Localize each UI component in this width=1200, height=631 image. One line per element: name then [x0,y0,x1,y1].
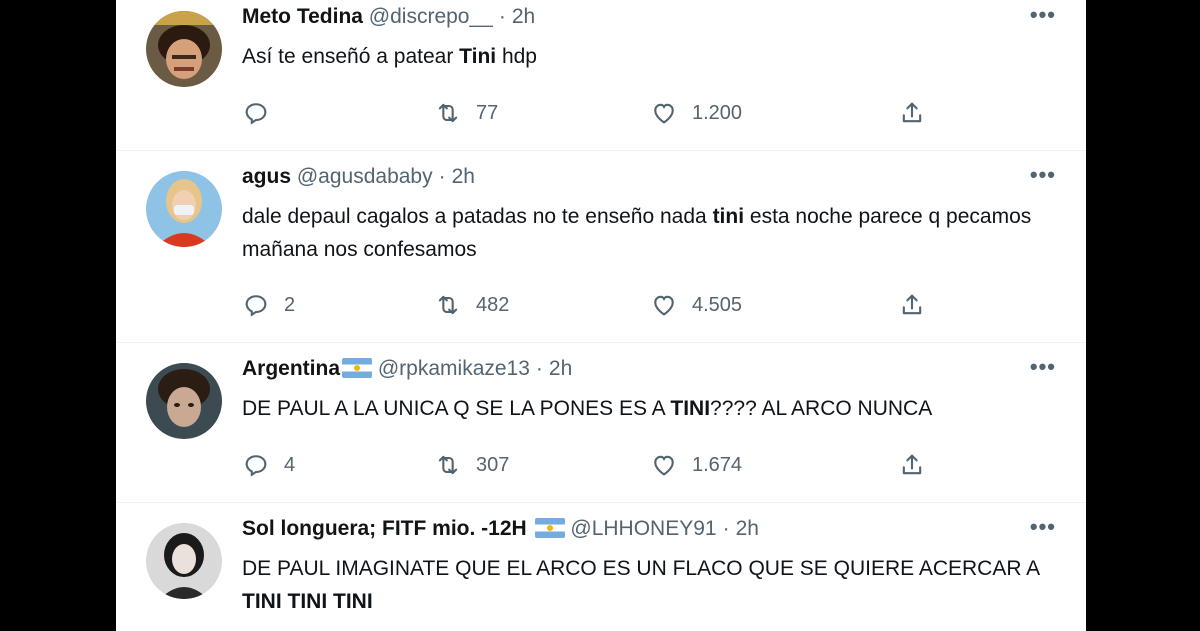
handle[interactable]: @agusdababy [297,165,433,188]
avatar[interactable] [146,171,222,247]
text-segment: hdp [496,45,537,68]
text-highlight: Tini [459,45,497,68]
tweet[interactable]: Argentina @rpkamikaze13 · 2h ••• DE PAUL A… [116,342,1086,503]
like-count: 4.505 [692,293,743,316]
text-highlight: TINI [670,397,711,420]
timeline-feed: Meto Tedina @discrepo__ · 2h ••• Así te en… [116,0,1086,631]
handle[interactable]: @discrepo__ [369,5,493,28]
tweet-header: Sol longuera; FITF mio. -12H @LHHONEY91 ·… [242,516,759,542]
reply-button[interactable]: 4 [242,450,295,480]
tweet-text: DE PAUL A LA UNICA Q SE LA PONES ES A TI… [242,392,1062,425]
text-highlight: tini [712,205,745,228]
tweet-header: Meto Tedina @discrepo__ · 2h [242,4,535,30]
share-icon [902,294,922,315]
reply-icon [245,295,267,317]
tweet[interactable]: Sol longuera; FITF mio. -12H @LHHONEY91 ·… [116,502,1086,631]
reply-icon [245,103,267,125]
display-name-text: Sol longuera; FITF mio. -12H [242,517,527,540]
avatar[interactable] [146,363,222,439]
retweet-button[interactable]: 77 [434,98,498,128]
reply-count: 2 [284,293,296,316]
like-button[interactable]: 4.505 [650,290,742,320]
text-highlight: TINI TINI TINI [242,590,373,613]
heart-icon [654,103,674,124]
reply-button[interactable] [242,98,284,128]
like-count: 1.674 [692,453,743,476]
retweet-icon [438,295,458,315]
tweet[interactable]: Meto Tedina @discrepo__ · 2h ••• Así te en… [116,0,1086,151]
reply-button[interactable]: 2 [242,290,295,320]
timestamp[interactable]: 2h [452,165,475,188]
tweet-actions: 2 482 4.505 [242,290,942,320]
separator-dot: · [498,5,506,28]
retweet-button[interactable]: 482 [434,290,509,320]
separator-dot: · [535,357,543,380]
text-segment: DE PAUL IMAGINATE QUE EL ARCO ES UN FLAC… [242,557,1040,580]
handle[interactable]: @rpkamikaze13 [378,357,530,380]
tweet-text: dale depaul cagalos a patadas no te ense… [242,200,1062,266]
like-count: 1.200 [692,101,743,124]
tweet-header: agus @agusdababy · 2h [242,164,475,190]
heart-icon [654,295,674,316]
text-segment: Así te enseñó a patear [242,45,460,68]
handle[interactable]: @LHHONEY91 [570,517,716,540]
retweet-icon [438,103,458,123]
retweet-count: 77 [476,101,499,124]
separator-dot: · [438,165,446,188]
tweet-actions: 77 1.200 [242,98,942,128]
retweet-count: 307 [476,453,510,476]
avatar[interactable] [146,523,222,599]
more-options-icon[interactable]: ••• [1030,2,1056,28]
retweet-icon [438,455,458,475]
argentina-flag-icon [534,518,565,538]
like-button[interactable]: 1.674 [650,450,742,480]
display-name[interactable]: agus [242,165,291,188]
share-icon [902,454,922,475]
tweet[interactable]: agus @agusdababy · 2h ••• dale depaul caga… [116,150,1086,343]
text-segment: ???? AL ARCO NUNCA [710,397,933,420]
heart-icon [654,455,674,476]
tweet-header: Argentina @rpkamikaze13 · 2h [242,356,572,382]
share-icon [902,102,922,123]
share-button[interactable] [898,290,926,320]
share-button[interactable] [898,450,926,480]
text-segment: dale depaul cagalos a patadas no te ense… [242,205,713,228]
share-button[interactable] [898,98,926,128]
more-options-icon[interactable]: ••• [1030,354,1056,380]
display-name[interactable]: Sol longuera; FITF mio. -12H [242,517,565,540]
reply-icon [245,455,267,477]
like-button[interactable]: 1.200 [650,98,742,128]
timestamp[interactable]: 2h [549,357,572,380]
argentina-flag-icon [342,358,373,378]
display-name[interactable]: Meto Tedina [242,5,363,28]
retweet-count: 482 [476,293,510,316]
avatar[interactable] [146,11,222,87]
tweet-text: Así te enseñó a patear Tini hdp [242,40,1062,73]
display-name[interactable]: Argentina [242,357,373,380]
timestamp[interactable]: 2h [512,5,535,28]
separator-dot: · [722,517,730,540]
more-options-icon[interactable]: ••• [1030,514,1056,540]
text-segment: DE PAUL A LA UNICA Q SE LA PONES ES A [242,397,671,420]
more-options-icon[interactable]: ••• [1030,162,1056,188]
tweet-text: DE PAUL IMAGINATE QUE EL ARCO ES UN FLAC… [242,552,1062,618]
timestamp[interactable]: 2h [736,517,759,540]
retweet-button[interactable]: 307 [434,450,509,480]
tweet-actions: 4 307 1.674 [242,450,942,480]
reply-count: 4 [284,453,296,476]
display-name-text: Argentina [242,357,341,380]
